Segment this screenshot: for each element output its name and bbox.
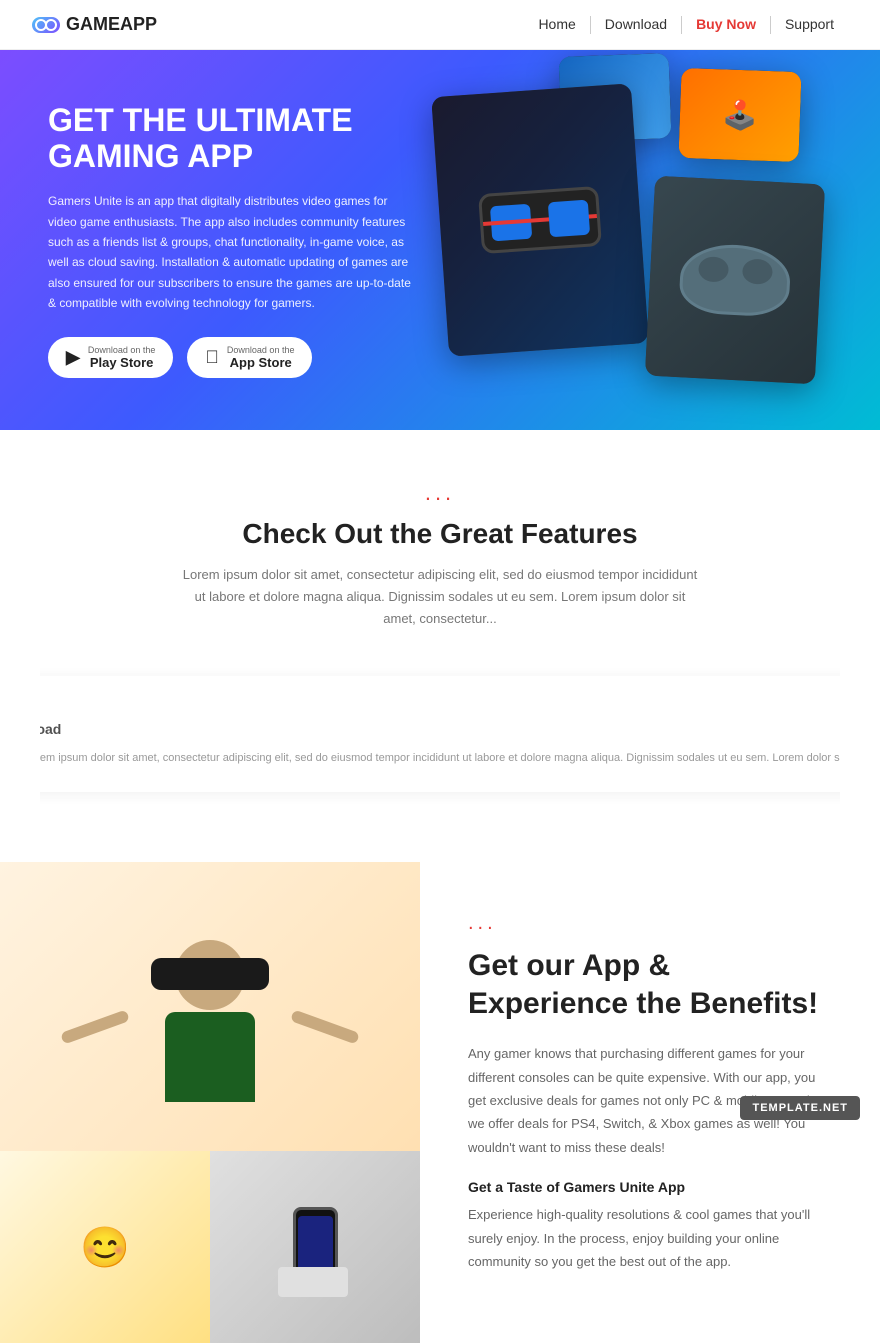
nav-links: Home Download Buy Now Support (524, 16, 848, 34)
features-cards-container: ntnload Lorem ipsum dolor sit amet, cons… (40, 666, 840, 822)
benefits-subheading: Get a Taste of Gamers Unite App (468, 1179, 832, 1195)
vr-simulation (431, 83, 649, 356)
game-thumb-icon-2: 🕹️ (678, 68, 801, 162)
play-store-text: Download on the Play Store (88, 345, 156, 370)
template-badge: TEMPLATE.NET (740, 1096, 860, 1120)
benefits-image-area: 😊 (0, 862, 420, 1343)
apple-icon:  (205, 347, 219, 368)
hero-title: GET THE ULTIMATE GAMING APP (48, 102, 412, 176)
app-store-button[interactable]:  Download on the App Store (187, 337, 312, 378)
hero-content: GET THE ULTIMATE GAMING APP Gamers Unite… (0, 102, 460, 379)
controller-shape-icon (678, 242, 792, 318)
app-store-text: Download on the App Store (227, 345, 295, 370)
hero-section: GET THE ULTIMATE GAMING APP Gamers Unite… (0, 50, 880, 430)
controller-simulation (645, 176, 825, 385)
feature-card-partial-left-title: ntnload (40, 700, 840, 739)
feature-card-partial-left-desc: Lorem ipsum dolor sit amet, consectetur … (40, 749, 840, 768)
hero-thumb-1: 🕹️ (678, 68, 801, 162)
nav-item-download[interactable]: Download (591, 16, 682, 34)
logo-text: GAMEAPP (66, 14, 157, 35)
photo-vr-person (0, 862, 420, 1151)
android-icon: ▶ (66, 347, 80, 368)
feature-card-partial-left: ntnload Lorem ipsum dolor sit amet, cons… (40, 676, 840, 792)
navbar: GAMEAPP Home Download Buy Now Support (0, 0, 880, 50)
hero-vr-card (431, 83, 649, 356)
vr-headset-icon (478, 186, 602, 254)
features-cards-row: ntnload Lorem ipsum dolor sit amet, cons… (40, 666, 840, 802)
nav-item-support[interactable]: Support (771, 16, 848, 34)
nav-item-home[interactable]: Home (524, 16, 590, 34)
photo-bottom-right (210, 1151, 420, 1343)
logo-icon (32, 17, 60, 33)
features-section: ... Check Out the Great Features Lorem i… (0, 430, 880, 862)
features-title: Check Out the Great Features (40, 518, 840, 550)
hero-buttons: ▶ Download on the Play Store  Download … (48, 337, 412, 378)
benefits-photo-collage: 😊 (0, 862, 420, 1343)
features-dots: ... (40, 480, 840, 506)
benefits-dots: ... (468, 912, 832, 935)
nav-item-buynow[interactable]: Buy Now (682, 16, 771, 34)
logo: GAMEAPP (32, 14, 157, 35)
features-subtitle: Lorem ipsum dolor sit amet, consectetur … (180, 564, 700, 630)
vr-stripe (483, 214, 597, 226)
hero-images: 🎮 🕹️ (400, 50, 880, 430)
benefits-sub-description: Experience high-quality resolutions & co… (468, 1203, 832, 1273)
play-store-button[interactable]: ▶ Download on the Play Store (48, 337, 173, 378)
benefits-title: Get our App & Experience the Benefits! (468, 947, 832, 1022)
photo-bottom-left: 😊 (0, 1151, 210, 1343)
hero-controller-card (645, 176, 825, 385)
hero-description: Gamers Unite is an app that digitally di… (48, 191, 412, 313)
